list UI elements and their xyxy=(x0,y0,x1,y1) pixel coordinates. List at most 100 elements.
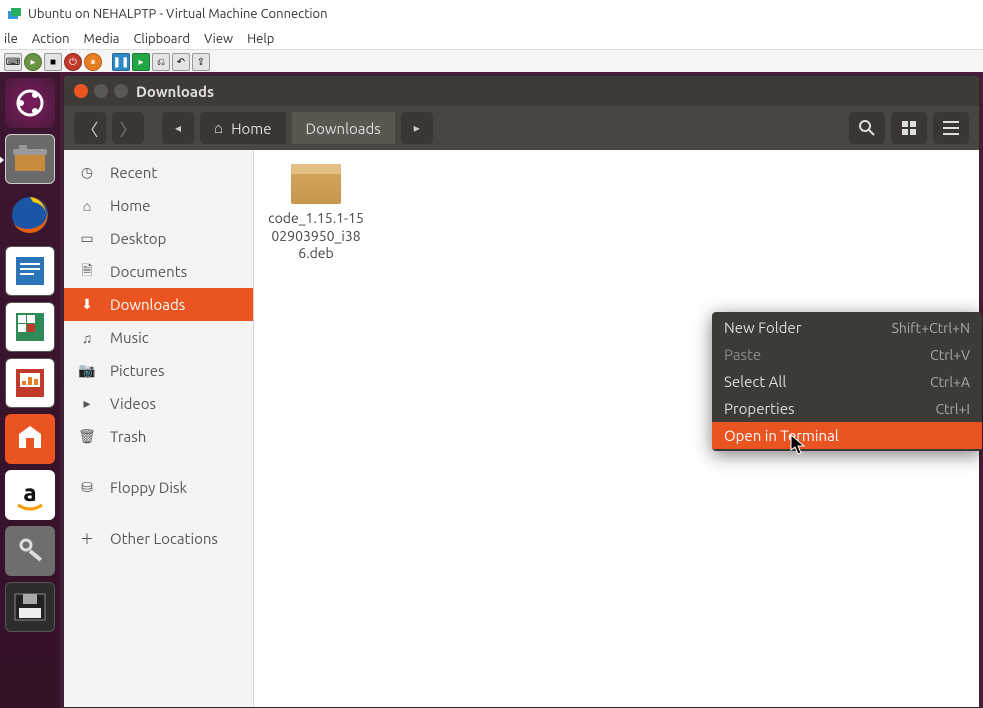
ctrl-alt-del-button[interactable]: ⌨ xyxy=(4,53,22,71)
sidebar-label: Documents xyxy=(110,263,187,280)
sidebar-icon: 📷 xyxy=(78,362,96,379)
context-menu-item-open-in-terminal[interactable]: Open in Terminal xyxy=(712,422,982,449)
launcher-impress[interactable] xyxy=(5,358,55,408)
window-close-button[interactable] xyxy=(74,84,88,98)
file-item[interactable]: code_1.15.1-1502903950_i386.deb xyxy=(268,164,364,263)
nautilus-title: Downloads xyxy=(136,83,214,100)
sidebar-label: Home xyxy=(110,197,150,214)
save-button[interactable]: ⏸ xyxy=(84,53,102,71)
revert-button[interactable]: ↶ xyxy=(172,53,190,71)
sidebar-item-desktop[interactable]: ▭ Desktop xyxy=(64,222,253,255)
hyperv-icon xyxy=(6,6,22,22)
sidebar-item-documents[interactable]: 🗎 Documents xyxy=(64,255,253,288)
context-menu-item-paste: PasteCtrl+V xyxy=(712,341,982,368)
host-toolbar: ⌨ ▸ ■ ⏻ ⏸ ❚❚ ▸ ⎌ ↶ ⇪ xyxy=(0,50,983,74)
sidebar-item-home[interactable]: ⌂Home xyxy=(64,189,253,222)
launcher-writer[interactable] xyxy=(5,246,55,296)
sidebar-label: Music xyxy=(110,329,149,346)
impress-icon xyxy=(10,363,50,403)
launcher-firefox[interactable] xyxy=(5,190,55,240)
ubuntu-logo-icon xyxy=(14,87,46,119)
nautilus-titlebar[interactable]: Downloads xyxy=(64,76,979,106)
launcher-disk[interactable] xyxy=(5,582,55,632)
path-next-button[interactable]: ▸ xyxy=(401,112,433,144)
sidebar-icon: ▭ xyxy=(78,230,96,247)
stop-button[interactable]: ■ xyxy=(44,53,62,71)
sidebar-item-trash[interactable]: 🗑 Trash xyxy=(64,420,253,453)
home-icon: ⌂ xyxy=(214,119,223,137)
sidebar-icon: 🗑 xyxy=(78,428,96,445)
host-menu-help[interactable]: Help xyxy=(247,32,274,46)
host-menubar[interactable]: ile Action Media Clipboard View Help xyxy=(0,28,983,50)
hamburger-menu-button[interactable] xyxy=(933,112,969,144)
sidebar-item-other-locations[interactable]: ＋ Other Locations xyxy=(64,522,253,555)
sidebar-item-pictures[interactable]: 📷 Pictures xyxy=(64,354,253,387)
sidebar-label: Downloads xyxy=(110,296,185,313)
sidebar-label: Recent xyxy=(110,164,157,181)
launcher-calc[interactable] xyxy=(5,302,55,352)
file-name-label: code_1.15.1-1502903950_i386.deb xyxy=(268,210,364,263)
window-maximize-button[interactable] xyxy=(114,84,128,98)
files-icon xyxy=(11,143,49,175)
host-menu-clipboard[interactable]: Clipboard xyxy=(133,32,190,46)
sidebar-icon: ♫ xyxy=(78,330,96,346)
amazon-icon: a xyxy=(10,475,50,515)
share-button[interactable]: ⇪ xyxy=(192,53,210,71)
launcher-dash[interactable] xyxy=(5,78,55,128)
sidebar-icon: ＋ xyxy=(78,529,96,549)
sidebar-icon: ▸ xyxy=(78,395,96,412)
context-menu-item-select-all[interactable]: Select AllCtrl+A xyxy=(712,368,982,395)
search-icon xyxy=(859,120,875,136)
nautilus-toolbar: 〈 〉 ◂ ⌂ Home Downloads ▸ xyxy=(64,106,979,150)
sidebar-icon: ⛁ xyxy=(78,479,96,496)
software-icon xyxy=(13,422,47,456)
sidebar-label: Other Locations xyxy=(110,530,218,547)
grid-icon xyxy=(902,121,916,135)
forward-button[interactable]: 〉 xyxy=(112,112,144,144)
sidebar-item-floppy-disk[interactable]: ⛁ Floppy Disk xyxy=(64,471,253,504)
host-menu-media[interactable]: Media xyxy=(84,32,120,46)
host-menu-action[interactable]: Action xyxy=(32,32,70,46)
host-window-titlebar: Ubuntu on NEHALPTP - Virtual Machine Con… xyxy=(0,0,983,28)
sidebar-item-videos[interactable]: ▸Videos xyxy=(64,387,253,420)
host-window-title: Ubuntu on NEHALPTP - Virtual Machine Con… xyxy=(28,7,328,21)
view-grid-button[interactable] xyxy=(891,112,927,144)
start-button[interactable]: ▸ xyxy=(24,53,42,71)
path-prev-button[interactable]: ◂ xyxy=(162,112,194,144)
sidebar-icon: 🗎 xyxy=(78,260,96,284)
context-menu-item-properties[interactable]: PropertiesCtrl+I xyxy=(712,395,982,422)
context-menu: New FolderShift+Ctrl+NPasteCtrl+VSelect … xyxy=(712,312,982,451)
floppy-icon xyxy=(11,592,49,622)
calc-icon xyxy=(10,307,50,347)
svg-text:a: a xyxy=(23,479,36,506)
nautilus-sidebar: ◷ Recent ⌂Home ▭ Desktop 🗎 Documents ⬇ Downloads… xyxy=(64,150,254,707)
checkpoint-button[interactable]: ⎌ xyxy=(152,53,170,71)
launcher-settings[interactable] xyxy=(5,526,55,576)
sidebar-label: Desktop xyxy=(110,230,166,247)
search-button[interactable] xyxy=(849,112,885,144)
sidebar-item-downloads[interactable]: ⬇ Downloads xyxy=(64,288,253,321)
context-menu-item-new-folder[interactable]: New FolderShift+Ctrl+N xyxy=(712,314,982,341)
sidebar-label: Floppy Disk xyxy=(110,479,187,496)
sidebar-item-music[interactable]: ♫ Music xyxy=(64,321,253,354)
launcher-files[interactable] xyxy=(5,134,55,184)
launcher-amazon[interactable]: a xyxy=(5,470,55,520)
sidebar-item-recent[interactable]: ◷ Recent xyxy=(64,156,253,189)
path-segment-home[interactable]: ⌂ Home xyxy=(200,112,286,144)
path-segment-current[interactable]: Downloads xyxy=(292,112,395,144)
back-button[interactable]: 〈 xyxy=(74,112,106,144)
window-minimize-button[interactable] xyxy=(94,84,108,98)
reset-button[interactable]: ▸ xyxy=(132,53,150,71)
sidebar-label: Trash xyxy=(110,428,146,445)
sidebar-icon: ◷ xyxy=(78,164,96,181)
sidebar-label: Pictures xyxy=(110,362,165,379)
hamburger-icon xyxy=(943,121,959,135)
firefox-icon xyxy=(9,194,51,236)
settings-icon xyxy=(12,533,48,569)
sidebar-icon: ⬇ xyxy=(78,296,96,313)
pause-button[interactable]: ❚❚ xyxy=(112,53,130,71)
host-menu-view[interactable]: View xyxy=(204,32,233,46)
host-menu-file[interactable]: ile xyxy=(4,32,18,46)
shutdown-button[interactable]: ⏻ xyxy=(64,53,82,71)
launcher-software[interactable] xyxy=(5,414,55,464)
